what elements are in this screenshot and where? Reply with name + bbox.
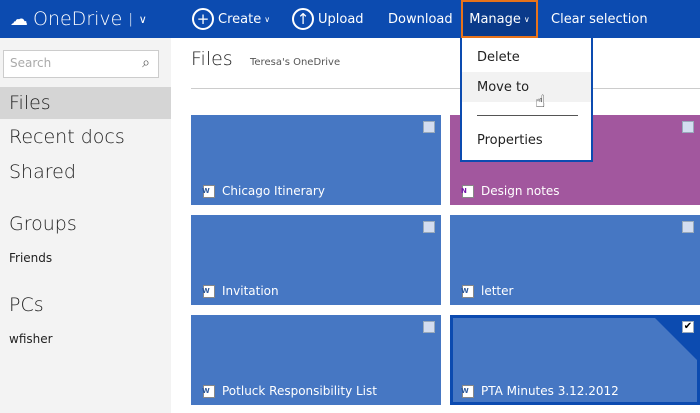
checkbox[interactable] (682, 221, 694, 233)
sidebar-item-files[interactable]: Files (0, 87, 171, 119)
file-tile[interactable]: Wletter (450, 215, 700, 305)
search-icon[interactable]: ⌕ (142, 55, 150, 71)
create-button[interactable]: + Create ∨ (192, 0, 270, 38)
sidebar-item-wfisher[interactable]: wfisher (0, 332, 171, 346)
file-tile-selected[interactable]: ✔ W PTA Minutes 3.12.2012 (450, 315, 700, 405)
word-doc-icon: W (461, 284, 474, 298)
manage-dropdown: Delete Move to Properties (460, 38, 593, 162)
page-title: Files (191, 48, 233, 70)
sidebar: Search ⌕ Files Recent docs Shared Groups … (0, 38, 171, 413)
word-doc-icon: W (202, 284, 215, 298)
word-doc-icon: W (202, 184, 215, 198)
chevron-down-icon: ∨ (523, 14, 530, 24)
onenote-icon: N (461, 184, 474, 198)
checkbox[interactable] (682, 121, 694, 133)
onedrive-logo[interactable]: ☁ OneDrive | ∨ (10, 0, 147, 38)
sidebar-item-friends[interactable]: Friends (0, 251, 171, 265)
groups-heading[interactable]: Groups (0, 213, 171, 235)
file-tile[interactable]: W Potluck Responsibility List (191, 315, 441, 405)
search-input[interactable]: Search ⌕ (3, 50, 159, 78)
plus-icon: + (192, 8, 214, 30)
word-doc-icon: W (202, 384, 215, 398)
menu-item-move-to[interactable]: Move to (462, 72, 591, 102)
chevron-down-icon[interactable]: ∨ (139, 13, 147, 26)
menu-item-properties[interactable]: Properties (462, 125, 591, 155)
clear-selection-button[interactable]: Clear selection (551, 0, 648, 38)
checkbox[interactable] (423, 321, 435, 333)
upload-button[interactable]: ↑ Upload (292, 0, 364, 38)
manage-button[interactable]: Manage ∨ (461, 0, 538, 38)
file-tile[interactable]: W Invitation (191, 215, 441, 305)
word-doc-icon: W (461, 384, 474, 398)
download-button[interactable]: Download (388, 0, 453, 38)
menu-separator (477, 115, 578, 116)
sidebar-item-shared[interactable]: Shared (0, 161, 171, 183)
cloud-icon: ☁ (10, 8, 28, 30)
file-tile[interactable]: W Chicago Itinerary (191, 115, 441, 205)
checkbox-checked[interactable]: ✔ (682, 321, 694, 333)
divider (191, 88, 700, 89)
upload-icon: ↑ (292, 8, 314, 30)
breadcrumb[interactable]: Teresa's OneDrive (250, 57, 340, 68)
top-bar: ☁ OneDrive | ∨ + Create ∨ ↑ Upload Download Ma… (0, 0, 700, 38)
sidebar-item-recent-docs[interactable]: Recent docs (0, 126, 171, 148)
checkbox[interactable] (423, 221, 435, 233)
menu-item-delete[interactable]: Delete (462, 42, 591, 72)
checkbox[interactable] (423, 121, 435, 133)
pcs-heading[interactable]: PCs (0, 294, 171, 316)
hand-cursor-icon: ☝ (535, 92, 546, 112)
